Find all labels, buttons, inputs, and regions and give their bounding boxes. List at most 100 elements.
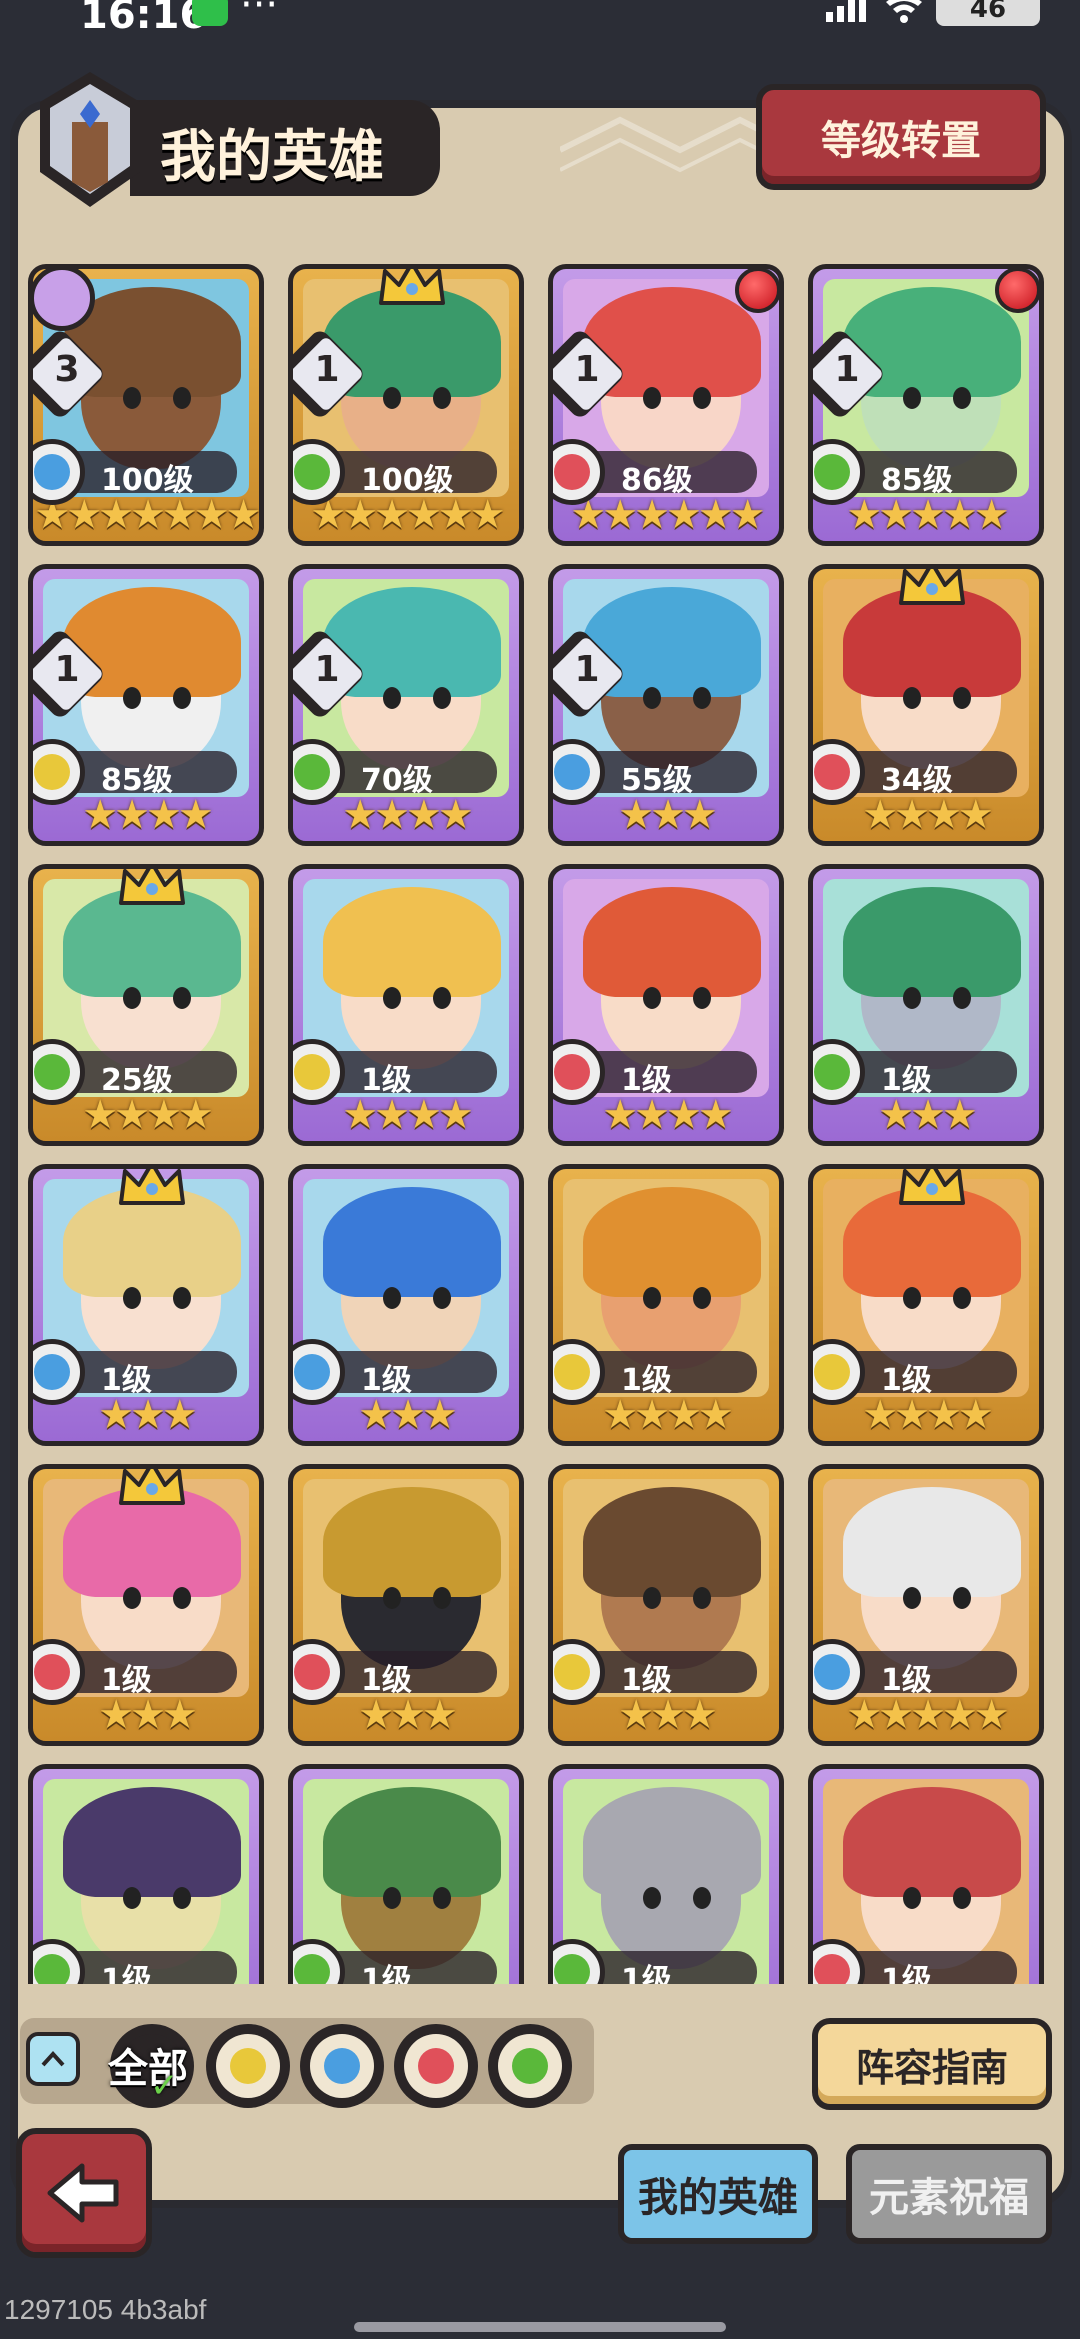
crown-icon xyxy=(119,869,185,905)
hero-eye xyxy=(173,1287,191,1309)
hero-card[interactable]: 25级 ★★★★ xyxy=(28,864,264,1146)
hero-card[interactable]: 1级 ★★★★ xyxy=(288,864,524,1146)
hero-eye xyxy=(123,687,141,709)
earth-element-icon xyxy=(230,2048,266,2084)
filter-nature-button[interactable] xyxy=(488,2024,572,2108)
status-bar: 16:16 ··· 46 xyxy=(0,0,1080,40)
hero-eye xyxy=(953,1587,971,1609)
hero-card[interactable]: 1级 xyxy=(548,1764,784,1984)
element-glyph xyxy=(554,1954,590,1984)
filter-icon-frame xyxy=(216,2034,280,2098)
rank-number: 1 xyxy=(54,649,80,690)
crown-icon xyxy=(899,569,965,605)
battery-indicator: 46 xyxy=(936,0,1040,26)
hero-eye xyxy=(693,1287,711,1309)
hero-eye xyxy=(383,1587,401,1609)
hero-eye xyxy=(383,987,401,1009)
hero-hair xyxy=(583,1787,761,1897)
hero-level: 1级 xyxy=(881,1963,932,1984)
nature-element-icon xyxy=(512,2048,548,2084)
element-glyph xyxy=(294,454,330,490)
hero-card[interactable]: 85级 ★★★★ 1 xyxy=(28,564,264,846)
rank-number: 1 xyxy=(574,649,600,690)
hero-eye xyxy=(693,687,711,709)
wifi-icon xyxy=(886,0,922,23)
element-glyph xyxy=(294,1354,330,1390)
filter-water-button[interactable] xyxy=(300,2024,384,2108)
hero-card[interactable]: 55级 ★★★ 1 xyxy=(548,564,784,846)
hero-card[interactable]: 100级 ★★★★★★★ 3 xyxy=(28,264,264,546)
hero-eye xyxy=(433,1287,451,1309)
lineup-guide-button[interactable]: 阵容指南 xyxy=(812,2018,1052,2110)
page-title: 我的英雄 xyxy=(160,125,384,190)
hero-eye xyxy=(383,387,401,409)
element-glyph xyxy=(554,754,590,790)
tab-element-blessing[interactable]: 元素祝福 xyxy=(846,2144,1052,2244)
hero-eye xyxy=(953,687,971,709)
element-glyph xyxy=(294,1654,330,1690)
hero-level: 1级 xyxy=(361,1963,412,1984)
hero-eye xyxy=(643,1287,661,1309)
filter-earth-button[interactable] xyxy=(206,2024,290,2108)
more-notifications-icon: ··· xyxy=(240,0,279,28)
hero-card[interactable]: 100级 ★★★★★★ 1 xyxy=(288,264,524,546)
hero-card[interactable]: 1级 ★★★★★ xyxy=(808,1464,1044,1746)
hero-card[interactable]: 1级 ★★★ xyxy=(28,1464,264,1746)
hero-eye xyxy=(383,1887,401,1909)
hero-card[interactable]: 1级 ★★★ xyxy=(548,1464,784,1746)
hero-card[interactable]: 1级 xyxy=(288,1764,524,1984)
hero-card[interactable]: 1级 xyxy=(808,1764,1044,1984)
filter-icon-frame xyxy=(498,2034,562,2098)
element-glyph xyxy=(814,1054,850,1090)
hero-card[interactable]: 70级 ★★★★ 1 xyxy=(288,564,524,846)
hero-card[interactable]: 1级 ★★★ xyxy=(288,1464,524,1746)
rank-number: 1 xyxy=(314,649,340,690)
element-glyph xyxy=(34,1354,70,1390)
hero-eye xyxy=(643,987,661,1009)
build-id-text: 1297105 4b3abf xyxy=(4,2294,207,2325)
filter-icon-frame xyxy=(310,2034,374,2098)
element-glyph xyxy=(294,1954,330,1984)
home-indicator[interactable] xyxy=(354,2322,726,2332)
filter-fire-button[interactable] xyxy=(394,2024,478,2108)
element-glyph xyxy=(34,1054,70,1090)
hero-eye xyxy=(903,1887,921,1909)
tab-my-heroes[interactable]: 我的英雄 xyxy=(618,2144,818,2244)
hero-eye xyxy=(173,987,191,1009)
hero-level: 1级 xyxy=(101,1963,152,1984)
hero-card[interactable]: 85级 ★★★★★ 1 xyxy=(808,264,1044,546)
hero-eye xyxy=(643,387,661,409)
level-transfer-button[interactable]: 等级转置 xyxy=(756,84,1046,190)
hero-card[interactable]: 1级 ★★★ xyxy=(288,1164,524,1446)
status-time: 16:16 xyxy=(80,0,208,38)
hero-eye xyxy=(173,687,191,709)
hero-card[interactable]: 1级 ★★★ xyxy=(808,864,1044,1146)
hero-grid: 100级 ★★★★★★★ 3 100级 ★★★★★★ 1 86级 ★★★★★★ 1 85级 ★★★★… xyxy=(28,264,1058,1984)
hero-eye xyxy=(953,1287,971,1309)
hero-card[interactable]: 86级 ★★★★★★ 1 xyxy=(548,264,784,546)
filter-icon-frame xyxy=(404,2034,468,2098)
hero-eye xyxy=(643,687,661,709)
hero-card[interactable]: 34级 ★★★★ xyxy=(808,564,1044,846)
hero-eye xyxy=(383,687,401,709)
hero-eye xyxy=(903,987,921,1009)
hero-card[interactable]: 1级 xyxy=(28,1764,264,1984)
hero-card[interactable]: 1级 ★★★★ xyxy=(548,864,784,1146)
hero-eye xyxy=(123,987,141,1009)
back-button[interactable] xyxy=(16,2128,152,2258)
element-glyph xyxy=(554,1354,590,1390)
element-glyph xyxy=(554,454,590,490)
hero-eye xyxy=(433,1887,451,1909)
hero-card[interactable]: 1级 ★★★ xyxy=(28,1164,264,1446)
hero-card[interactable]: 1级 ★★★★ xyxy=(808,1164,1044,1446)
collapse-toggle-button[interactable] xyxy=(26,2032,80,2086)
hero-eye xyxy=(693,1887,711,1909)
element-glyph xyxy=(814,754,850,790)
hero-eye xyxy=(173,1587,191,1609)
hero-eye xyxy=(693,387,711,409)
hero-eye xyxy=(433,987,451,1009)
hero-card[interactable]: 1级 ★★★★ xyxy=(548,1164,784,1446)
crown-icon xyxy=(899,1169,965,1205)
hero-eye xyxy=(433,1587,451,1609)
hero-hair xyxy=(843,1787,1021,1897)
